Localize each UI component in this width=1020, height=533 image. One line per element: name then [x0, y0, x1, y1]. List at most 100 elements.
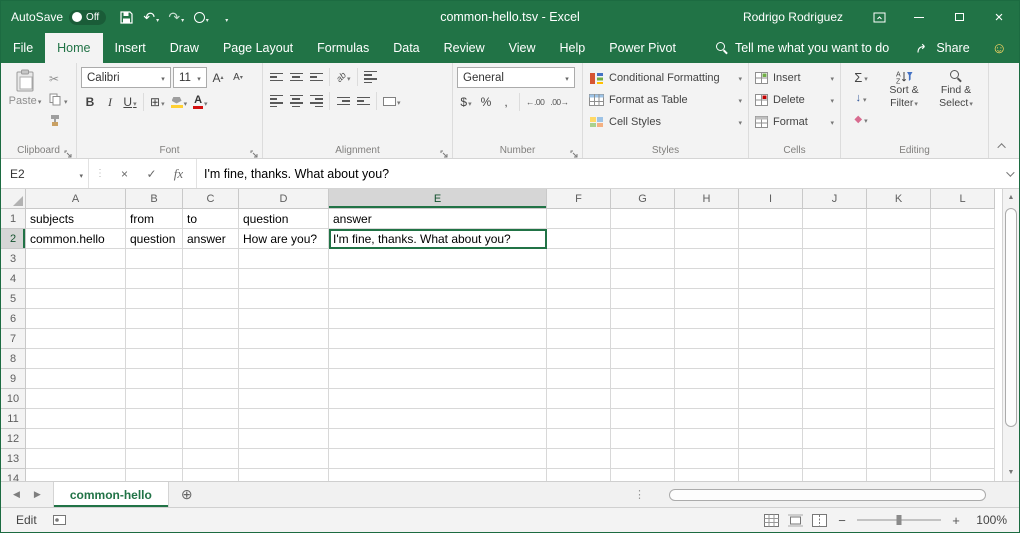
row-header-3[interactable]: 3: [1, 249, 26, 269]
zoom-out-button[interactable]: −: [836, 513, 848, 528]
cell-F7[interactable]: [547, 329, 611, 349]
tab-review[interactable]: Review: [432, 33, 497, 63]
font-size-select[interactable]: 11: [173, 67, 207, 88]
expand-formula-bar-button[interactable]: [999, 159, 1019, 188]
cell-B8[interactable]: [126, 349, 183, 369]
cell-I10[interactable]: [739, 389, 803, 409]
cell-I3[interactable]: [739, 249, 803, 269]
cell-L10[interactable]: [931, 389, 995, 409]
number-format-select[interactable]: General: [457, 67, 575, 88]
cell-B10[interactable]: [126, 389, 183, 409]
scroll-up-arrow[interactable]: ▲: [1003, 189, 1019, 206]
zoom-slider-thumb[interactable]: [897, 515, 902, 525]
formula-bar-handle[interactable]: ⋮: [89, 159, 111, 188]
cell-K13[interactable]: [867, 449, 931, 469]
row-header-9[interactable]: 9: [1, 369, 26, 389]
cell-L4[interactable]: [931, 269, 995, 289]
format-as-table-button[interactable]: Format as Table: [587, 89, 744, 111]
accounting-format-button[interactable]: $: [457, 92, 475, 112]
cell-G12[interactable]: [611, 429, 675, 449]
cell-G5[interactable]: [611, 289, 675, 309]
cell-A8[interactable]: [26, 349, 126, 369]
cell-C2[interactable]: answer: [183, 229, 239, 249]
cell-B4[interactable]: [126, 269, 183, 289]
cell-H4[interactable]: [675, 269, 739, 289]
horizontal-scroll-track[interactable]: [668, 488, 998, 502]
tab-view[interactable]: View: [497, 33, 548, 63]
column-header-E[interactable]: E: [329, 189, 547, 209]
cell-I14[interactable]: [739, 469, 803, 481]
cell-I8[interactable]: [739, 349, 803, 369]
cell-J4[interactable]: [803, 269, 867, 289]
cell-L14[interactable]: [931, 469, 995, 481]
format-painter-button[interactable]: [47, 111, 70, 130]
orientation-button[interactable]: ab: [334, 67, 353, 87]
cell-C13[interactable]: [183, 449, 239, 469]
cell-B11[interactable]: [126, 409, 183, 429]
enter-button[interactable]: ✓: [138, 159, 165, 188]
cell-C10[interactable]: [183, 389, 239, 409]
cell-D13[interactable]: [239, 449, 329, 469]
column-header-I[interactable]: I: [739, 189, 803, 209]
cell-G11[interactable]: [611, 409, 675, 429]
cell-D14[interactable]: [239, 469, 329, 481]
cell-J11[interactable]: [803, 409, 867, 429]
cell-A13[interactable]: [26, 449, 126, 469]
increase-font-size-button[interactable]: A: [209, 68, 227, 88]
sheet-tab-common-hello[interactable]: common-hello: [53, 482, 169, 507]
name-box[interactable]: E2: [1, 159, 89, 188]
vertical-scrollbar[interactable]: ▲ ▼: [1002, 189, 1019, 481]
paste-button[interactable]: Paste: [5, 67, 45, 130]
fill-color-button[interactable]: [169, 92, 190, 112]
column-header-B[interactable]: B: [126, 189, 183, 209]
cell-G2[interactable]: [611, 229, 675, 249]
cell-H12[interactable]: [675, 429, 739, 449]
ribbon-display-options-button[interactable]: [859, 1, 899, 33]
find-select-button[interactable]: Find & Select: [931, 67, 981, 129]
row-header-14[interactable]: 14: [1, 469, 26, 481]
percent-style-button[interactable]: %: [477, 92, 495, 112]
cell-E4[interactable]: [329, 269, 547, 289]
zoom-slider[interactable]: [857, 519, 941, 521]
cell-D6[interactable]: [239, 309, 329, 329]
underline-button[interactable]: U: [121, 92, 139, 112]
cell-F2[interactable]: [547, 229, 611, 249]
cell-E7[interactable]: [329, 329, 547, 349]
row-header-2[interactable]: 2: [1, 229, 26, 249]
cell-B13[interactable]: [126, 449, 183, 469]
autosum-button[interactable]: Σ: [845, 67, 877, 87]
cell-G10[interactable]: [611, 389, 675, 409]
cell-F11[interactable]: [547, 409, 611, 429]
cell-J2[interactable]: [803, 229, 867, 249]
cut-button[interactable]: ✂: [47, 69, 70, 88]
tell-me-search[interactable]: Tell me what you want to do: [702, 33, 903, 63]
cell-B6[interactable]: [126, 309, 183, 329]
cell-H5[interactable]: [675, 289, 739, 309]
cell-D7[interactable]: [239, 329, 329, 349]
cell-A11[interactable]: [26, 409, 126, 429]
cell-F12[interactable]: [547, 429, 611, 449]
row-header-8[interactable]: 8: [1, 349, 26, 369]
cell-L3[interactable]: [931, 249, 995, 269]
cell-A10[interactable]: [26, 389, 126, 409]
row-header-11[interactable]: 11: [1, 409, 26, 429]
increase-decimal-button[interactable]: ←.00: [524, 92, 546, 112]
cell-F3[interactable]: [547, 249, 611, 269]
cell-L12[interactable]: [931, 429, 995, 449]
cell-D5[interactable]: [239, 289, 329, 309]
cell-H13[interactable]: [675, 449, 739, 469]
cell-K5[interactable]: [867, 289, 931, 309]
column-header-K[interactable]: K: [867, 189, 931, 209]
cell-H14[interactable]: [675, 469, 739, 481]
column-header-L[interactable]: L: [931, 189, 995, 209]
cell-D3[interactable]: [239, 249, 329, 269]
column-header-G[interactable]: G: [611, 189, 675, 209]
cell-G8[interactable]: [611, 349, 675, 369]
cell-C8[interactable]: [183, 349, 239, 369]
format-cells-button[interactable]: Format: [753, 111, 836, 133]
delete-cells-button[interactable]: Delete: [753, 89, 836, 111]
merge-center-button[interactable]: [381, 91, 403, 111]
tab-power-pivot[interactable]: Power Pivot: [597, 33, 688, 63]
row-header-13[interactable]: 13: [1, 449, 26, 469]
cell-E6[interactable]: [329, 309, 547, 329]
